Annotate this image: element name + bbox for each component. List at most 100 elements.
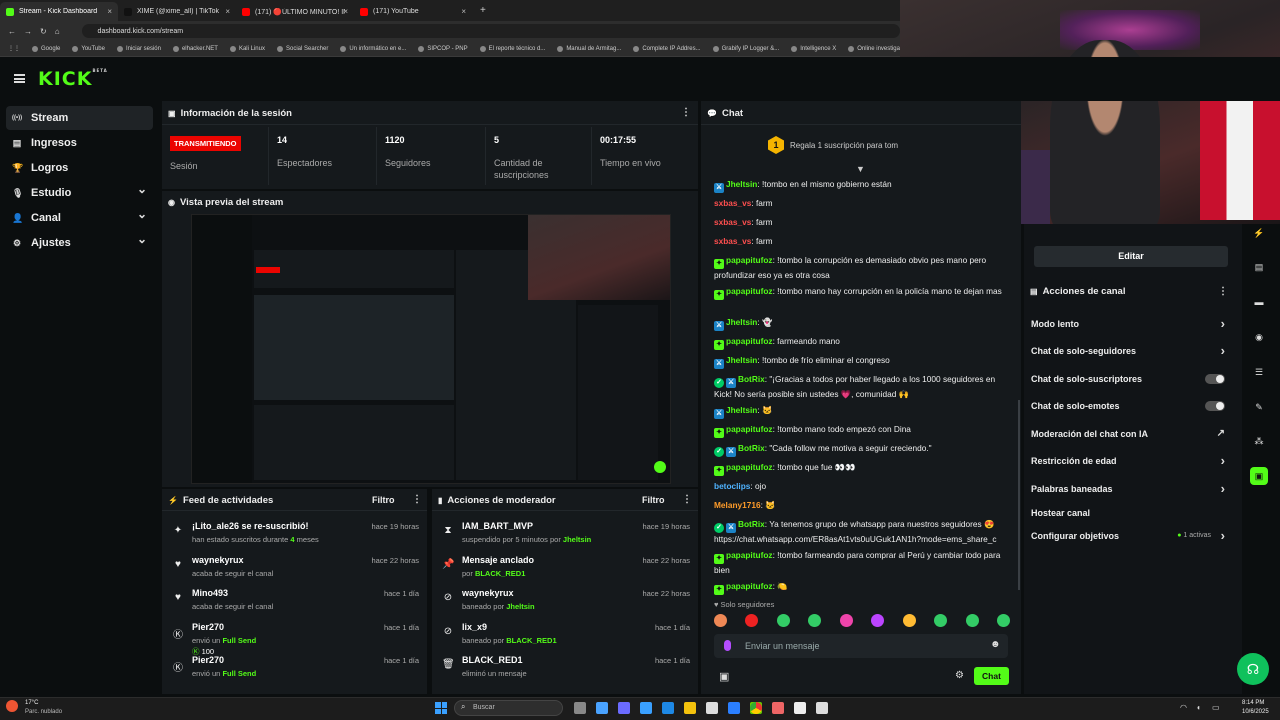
- chevron-down-icon[interactable]: ⌄: [137, 207, 147, 221]
- bookmark-item[interactable]: El reporte técnico d...: [479, 45, 545, 52]
- feed-row[interactable]: Ⓚ Pier270 envió un Full Send Ⓚ 100 hace 1 dí…: [162, 622, 427, 656]
- bookmark-item[interactable]: Grabify IP Logger &...: [712, 45, 779, 52]
- reload-icon[interactable]: ↻: [40, 27, 47, 36]
- mod-filter-button[interactable]: Filtro: [642, 495, 665, 505]
- chat-message[interactable]: ✦ papapitufoz: !tombo la corrupción es de…: [714, 254, 1008, 282]
- weather-icon[interactable]: [6, 700, 18, 712]
- emote-icon[interactable]: [996, 614, 1010, 627]
- feed-menu-icon[interactable]: ⋮: [412, 494, 422, 505]
- taskbar-app-icon[interactable]: [772, 702, 784, 714]
- menu-icon[interactable]: [14, 74, 25, 83]
- chat-icon[interactable]: ▬: [1250, 293, 1268, 311]
- chat-message[interactable]: ✦ papapitufoz: !tombo mano hay corrupción…: [714, 285, 1008, 300]
- channel-action-hostear-canal[interactable]: Hostear canal: [1031, 508, 1231, 518]
- feed-row[interactable]: ♥ waynekyrux acaba de seguir el canal hace …: [162, 555, 427, 588]
- channel-action-palabras-baneadas[interactable]: Palabras baneadas ›: [1031, 481, 1231, 496]
- taskbar-app-icon[interactable]: [728, 702, 740, 714]
- feed-row[interactable]: ♥ Mino493 acaba de seguir el canal hace 1 d…: [162, 588, 427, 621]
- browser-tab[interactable]: Stream - Kick Dashboard ×: [0, 2, 118, 21]
- apps-icon[interactable]: ⋮⋮: [8, 45, 20, 52]
- bookmark-item[interactable]: elhacker.NET: [172, 45, 218, 52]
- close-tab-icon[interactable]: ×: [225, 7, 230, 16]
- sidebar-item-canal[interactable]: 👤 Canal ⌄: [6, 206, 153, 230]
- sidebar-item-logros[interactable]: 🏆 Logros: [6, 156, 153, 180]
- chat-input[interactable]: Enviar un mensaje ☻: [714, 634, 1008, 658]
- toggle-switch[interactable]: [1205, 374, 1225, 384]
- mod-row[interactable]: ⧗ IAM_BART_MVP suspendido por 5 minutos po…: [432, 521, 698, 554]
- bookmark-item[interactable]: Kali Linux: [229, 45, 265, 52]
- chat-username[interactable]: Melany1716: [714, 500, 761, 510]
- bookmark-item[interactable]: Google: [32, 45, 60, 52]
- channel-action-chat-de-solo-seguidores[interactable]: Chat de solo-seguidores ›: [1031, 343, 1231, 358]
- sidebar-item-stream[interactable]: ((•)) Stream: [6, 106, 153, 130]
- stream-preview-video[interactable]: [191, 214, 671, 484]
- chat-message[interactable]: Melany1716: 🐱: [714, 499, 1008, 512]
- chrome-icon[interactable]: [750, 702, 762, 714]
- bookmark-item[interactable]: Complete IP Addres...: [633, 45, 701, 52]
- new-tab-icon[interactable]: +: [480, 5, 486, 16]
- chat-message[interactable]: sxbas_vs: farm: [714, 216, 1008, 229]
- mod-menu-icon[interactable]: ⋮: [682, 494, 692, 505]
- chat-message[interactable]: betoclips: ojo: [714, 480, 1008, 493]
- taskbar-app-icon[interactable]: [596, 702, 608, 714]
- gift-icon[interactable]: ▣: [719, 670, 729, 683]
- close-tab-icon[interactable]: ×: [107, 7, 112, 16]
- url-field[interactable]: dashboard.kick.com/stream: [81, 24, 900, 38]
- chat-message[interactable]: ✓ ⚔ BotRix: "¡Gracias a todos por haber ll…: [714, 373, 1008, 401]
- taskbar-app-icon[interactable]: [684, 702, 696, 714]
- browser-tab[interactable]: (171) YouTube ×: [354, 2, 472, 21]
- volume-icon[interactable]: ◖: [1196, 703, 1201, 712]
- chat-message[interactable]: ⚔ Jheltsin: !tombo de frío eliminar el co…: [714, 354, 1008, 369]
- chat-scroll-down-icon[interactable]: ▼: [856, 164, 865, 174]
- chat-username[interactable]: papapitufoz: [726, 550, 773, 560]
- bookmark-item[interactable]: Un informático en e...: [340, 45, 406, 52]
- taskbar-search[interactable]: ⌕ Buscar: [454, 700, 563, 716]
- channel-action-chat-de-solo-emotes[interactable]: Chat de solo-emotes: [1031, 401, 1231, 411]
- emote-icon[interactable]: [871, 614, 885, 627]
- close-tab-icon[interactable]: ×: [461, 7, 466, 16]
- chat-username[interactable]: BotRix: [738, 443, 765, 453]
- session-menu-icon[interactable]: ⋮: [681, 107, 691, 118]
- eye-icon[interactable]: ◉: [1250, 328, 1268, 346]
- chat-username[interactable]: sxbas_vs: [714, 198, 751, 208]
- wifi-icon[interactable]: ◠: [1180, 703, 1187, 712]
- sidebar-item-estudio[interactable]: 🎙 Estudio ⌄: [6, 181, 153, 205]
- taskbar-app-icon[interactable]: [816, 702, 828, 714]
- kick-logo[interactable]: KICKBETA: [38, 68, 108, 90]
- channel-action-configurar-objetivos[interactable]: Configurar objetivos › ● 1 activas: [1031, 528, 1231, 543]
- bookmark-item[interactable]: YouTube: [72, 45, 105, 52]
- bolt-icon[interactable]: ⚡: [1250, 224, 1268, 242]
- chat-username[interactable]: betoclips: [714, 481, 750, 491]
- chat-username[interactable]: BotRix: [738, 374, 765, 384]
- taskbar-app-icon[interactable]: [706, 702, 718, 714]
- edit-button[interactable]: Editar: [1034, 246, 1228, 267]
- mod-row[interactable]: ⊘ waynekyrux baneado por Jheltsin hace 22 h…: [432, 588, 698, 621]
- chevron-down-icon[interactable]: ⌄: [137, 182, 147, 196]
- chat-message[interactable]: ✦ papapitufoz: !tombo mano todo empezó co…: [714, 423, 1008, 438]
- chat-message[interactable]: ⚔ Jheltsin: 👻: [714, 316, 1008, 331]
- chat-message[interactable]: ✓ ⚔ BotRix: "Cada follow me motiva a segui…: [714, 442, 1008, 457]
- channel-action-moderaci-n-del-chat-con-ia[interactable]: Moderación del chat con IA ↗: [1031, 428, 1231, 439]
- help-fab[interactable]: ☊: [1237, 653, 1269, 685]
- chevron-down-icon[interactable]: ⌄: [137, 232, 147, 246]
- emoji-icon[interactable]: ☻: [990, 639, 1001, 650]
- chat-message[interactable]: sxbas_vs: farm: [714, 197, 1008, 210]
- bookmark-item[interactable]: Manual de Armitag...: [557, 45, 621, 52]
- close-tab-icon[interactable]: ×: [343, 7, 348, 16]
- forward-icon[interactable]: →: [24, 27, 32, 36]
- clipboard-icon[interactable]: ▤: [1250, 258, 1268, 276]
- emote-icon[interactable]: [714, 614, 727, 627]
- channel-action-modo-lento[interactable]: Modo lento ›: [1031, 316, 1231, 331]
- bookmark-item[interactable]: Online investigation...: [848, 45, 900, 52]
- chat-username[interactable]: sxbas_vs: [714, 217, 751, 227]
- mod-row[interactable]: 🗑 BLACK_RED1 eliminó un mensaje hace 1 día: [432, 655, 698, 688]
- taskbar-app-icon[interactable]: [574, 702, 586, 714]
- chat-message[interactable]: ✦ papapitufoz: !tombo que fue 👀👀: [714, 461, 1008, 476]
- emote-icon[interactable]: [934, 614, 948, 627]
- broadcast-icon[interactable]: ▣: [1250, 467, 1268, 485]
- chat-username[interactable]: Jheltsin: [726, 179, 757, 189]
- emote-icon[interactable]: [902, 614, 916, 627]
- bookmark-item[interactable]: Intelligence X: [791, 45, 836, 52]
- chat-username[interactable]: Jheltsin: [726, 355, 757, 365]
- taskbar-app-icon[interactable]: [662, 702, 674, 714]
